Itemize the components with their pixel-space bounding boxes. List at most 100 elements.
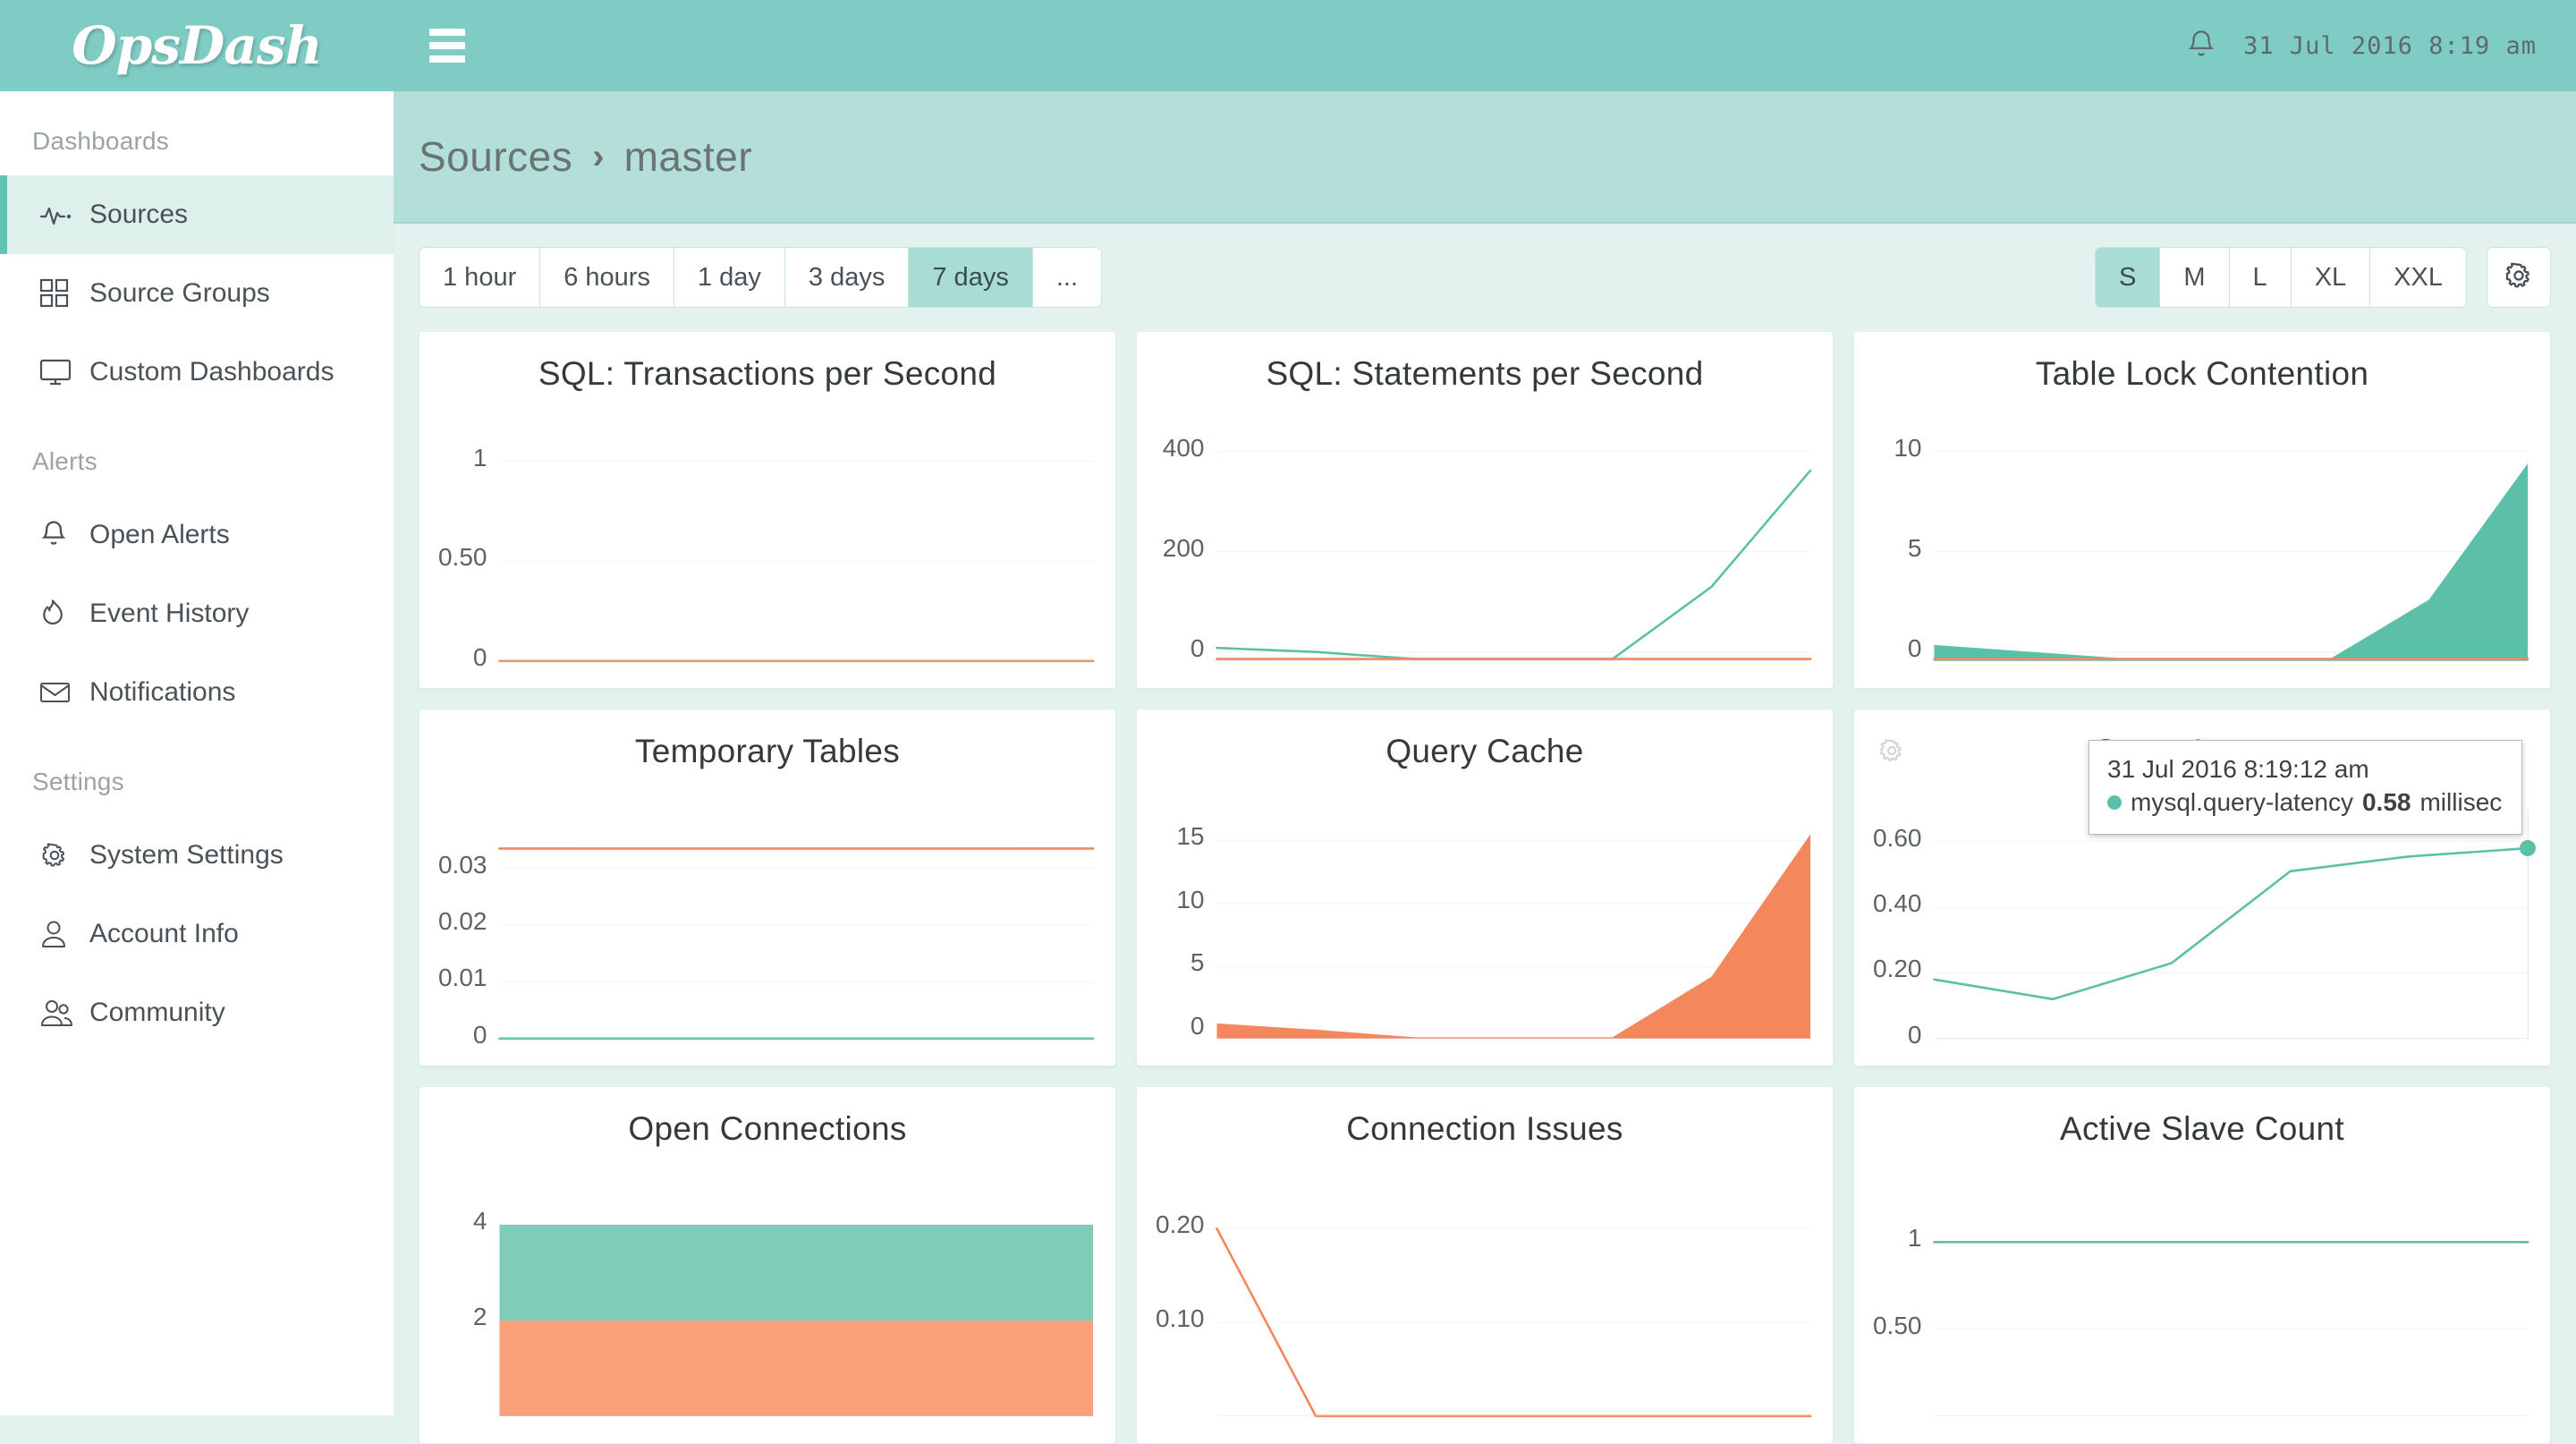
tooltip-metric-name: mysql.query-latency bbox=[2131, 787, 2353, 816]
monitor-icon bbox=[39, 358, 89, 386]
chart-y-tick-label: 0.10 bbox=[1155, 1304, 1205, 1333]
dashboard-settings-button[interactable] bbox=[2487, 247, 2551, 308]
hamburger-bar bbox=[429, 42, 465, 49]
chart-y-tick-label: 0.03 bbox=[437, 850, 487, 879]
panel-gear-icon[interactable] bbox=[1877, 736, 1906, 769]
chart-y-tick-label: 0 bbox=[1190, 633, 1205, 662]
chart-panel-title: Connection Issues bbox=[1346, 1110, 1623, 1147]
sidebar-item-open-alerts[interactable]: Open Alerts bbox=[0, 496, 394, 574]
sidebar-item-event-history[interactable]: Event History bbox=[0, 574, 394, 653]
time-range-button-1-day[interactable]: 1 day bbox=[674, 248, 784, 307]
chart-panel[interactable]: SQL: Transactions per Second 1 0.50 0 bbox=[419, 331, 1116, 689]
chart-y-tick-label: 400 bbox=[1162, 433, 1205, 462]
tooltip-metric-unit: millisec bbox=[2419, 787, 2503, 816]
tooltip-metric-value: 0.58 bbox=[2361, 787, 2411, 816]
chart-panel-title: Open Connections bbox=[628, 1110, 907, 1147]
chart-plot-area[interactable]: 10 5 0 bbox=[1854, 418, 2550, 688]
tooltip-series-dot bbox=[2107, 795, 2122, 811]
sidebar-item-label: Custom Dashboards bbox=[89, 357, 335, 386]
time-range-button-6-hours[interactable]: 6 hours bbox=[540, 248, 674, 307]
chart-y-tick-label: 0.20 bbox=[1872, 955, 1922, 983]
chart-panel[interactable]: Temporary Tables 0.03 0.02 0.01 0 bbox=[419, 709, 1116, 1066]
chart-panel[interactable]: Active Slave Count 1 0.50 bbox=[1853, 1086, 2551, 1444]
chart-y-tick-label: 0.20 bbox=[1155, 1210, 1205, 1239]
chart-panel-title: Query Cache bbox=[1385, 733, 1584, 769]
chart-y-tick-label: 0 bbox=[1190, 1011, 1205, 1040]
gear-icon bbox=[39, 840, 89, 871]
sidebar-item-community[interactable]: Community bbox=[0, 973, 394, 1052]
chart-y-tick-label: 0.01 bbox=[437, 964, 487, 992]
sidebar-item-label: Event History bbox=[89, 599, 250, 628]
chart-y-tick-label: 0 bbox=[1907, 1020, 1922, 1049]
time-range-button-7-days[interactable]: 7 days bbox=[909, 248, 1032, 307]
chart-y-tick-label: 10 bbox=[1176, 885, 1205, 913]
panel-size-button-l[interactable]: L bbox=[2229, 248, 2291, 307]
sidebar-item-label: Community bbox=[89, 998, 225, 1027]
sidebar: Dashboards Sources Source Groups Custom … bbox=[0, 91, 394, 1415]
chart-panel[interactable]: Connection Issues 0.20 0.10 bbox=[1136, 1086, 1834, 1444]
chart-plot-area[interactable]: 0.20 0.10 bbox=[1137, 1173, 1833, 1443]
bell-icon bbox=[39, 520, 89, 550]
chart-panel[interactable]: SQL: Statements per Second 400 200 0 bbox=[1136, 331, 1834, 689]
sidebar-item-label: Account Info bbox=[89, 919, 239, 948]
sidebar-item-custom-dashboards[interactable]: Custom Dashboards bbox=[0, 333, 394, 412]
chart-plot-area[interactable]: 1 0.50 bbox=[1854, 1173, 2550, 1443]
time-range-button-3-days[interactable]: 3 days bbox=[784, 248, 909, 307]
panel-size-button-xxl[interactable]: XXL bbox=[2370, 248, 2466, 307]
chart-y-tick-label: 200 bbox=[1162, 533, 1205, 562]
chart-y-tick-label: 0 bbox=[472, 642, 487, 671]
time-range-button-group: 1 hour 6 hours 1 day 3 days 7 days... bbox=[419, 247, 1102, 308]
tooltip-timestamp: 31 Jul 2016 8:19:12 am bbox=[2107, 755, 2369, 783]
toolbar-right-group: S M L XL XXL bbox=[2095, 247, 2551, 308]
chart-tooltip: 31 Jul 2016 8:19:12 am mysql.query-laten… bbox=[2089, 740, 2523, 835]
bell-icon[interactable] bbox=[2186, 29, 2216, 63]
dashboard-panel-grid: SQL: Transactions per Second 1 0.50 0 SQL: S… bbox=[394, 331, 2576, 1444]
breadcrumb-current: master bbox=[623, 133, 753, 180]
top-header-bar: OpsDash 31 Jul 2016 8:19 am bbox=[0, 0, 2576, 91]
panel-size-button-s[interactable]: S bbox=[2096, 248, 2160, 307]
chart-y-tick-label: 0.60 bbox=[1872, 823, 1922, 852]
chart-panel[interactable]: Query Cache 15 10 5 0 bbox=[1136, 709, 1834, 1066]
chart-panel-title: SQL: Statements per Second bbox=[1266, 355, 1704, 392]
chart-panel[interactable]: Open Connections 4 2 bbox=[419, 1086, 1116, 1444]
sidebar-item-label: System Settings bbox=[89, 840, 284, 870]
envelope-icon bbox=[39, 680, 89, 705]
chart-plot-area[interactable]: 400 200 0 bbox=[1137, 418, 1833, 688]
chart-panel[interactable]: Table Lock Contention 10 5 0 bbox=[1853, 331, 2551, 689]
hamburger-icon[interactable] bbox=[406, 19, 488, 72]
sidebar-item-label: Source Groups bbox=[89, 278, 270, 308]
user-icon bbox=[39, 919, 89, 949]
users-icon bbox=[39, 998, 89, 1028]
chart-y-tick-label: 15 bbox=[1176, 822, 1205, 851]
chart-y-tick-label: 0.40 bbox=[1872, 889, 1922, 918]
sidebar-item-sources[interactable]: Sources bbox=[0, 175, 394, 254]
sidebar-item-label: Sources bbox=[89, 200, 189, 229]
chart-y-tick-label: 1 bbox=[472, 443, 487, 471]
time-range-button-1-hour[interactable]: 1 hour bbox=[419, 248, 540, 307]
chart-plot-area[interactable]: 15 10 5 0 bbox=[1137, 795, 1833, 1066]
sidebar-item-account-info[interactable]: Account Info bbox=[0, 895, 394, 973]
sidebar-item-label: Notifications bbox=[89, 677, 236, 707]
breadcrumb-separator-icon: › bbox=[592, 136, 605, 176]
panel-size-button-group: S M L XL XXL bbox=[2095, 247, 2467, 308]
panel-size-button-m[interactable]: M bbox=[2160, 248, 2229, 307]
chart-plot-area[interactable]: 0.60 0.40 0.20 0 bbox=[1854, 795, 2550, 1066]
panel-size-button-xl[interactable]: XL bbox=[2291, 248, 2370, 307]
sidebar-section-settings-label: Settings bbox=[32, 768, 124, 795]
gear-icon bbox=[2503, 259, 2535, 296]
time-range-button-[interactable]: ... bbox=[1032, 248, 1101, 307]
chart-plot-area[interactable]: 1 0.50 0 bbox=[419, 418, 1115, 688]
hamburger-bar bbox=[429, 29, 465, 36]
chart-y-tick-label: 0 bbox=[472, 1020, 487, 1049]
sidebar-item-notifications[interactable]: Notifications bbox=[0, 653, 394, 732]
chart-plot-area[interactable]: 42 bbox=[419, 1173, 1115, 1443]
sidebar-item-source-groups[interactable]: Source Groups bbox=[0, 254, 394, 333]
sidebar-section-alerts-label: Alerts bbox=[32, 447, 97, 475]
flame-icon bbox=[39, 599, 89, 629]
breadcrumb-root[interactable]: Sources bbox=[419, 132, 572, 181]
chart-y-tick-label: 2 bbox=[472, 1302, 487, 1330]
chart-y-tick-label: 1 bbox=[1907, 1224, 1922, 1253]
breadcrumb: Sources › master bbox=[394, 91, 2576, 224]
sidebar-item-system-settings[interactable]: System Settings bbox=[0, 816, 394, 895]
chart-plot-area[interactable]: 0.03 0.02 0.01 0 bbox=[419, 795, 1115, 1066]
